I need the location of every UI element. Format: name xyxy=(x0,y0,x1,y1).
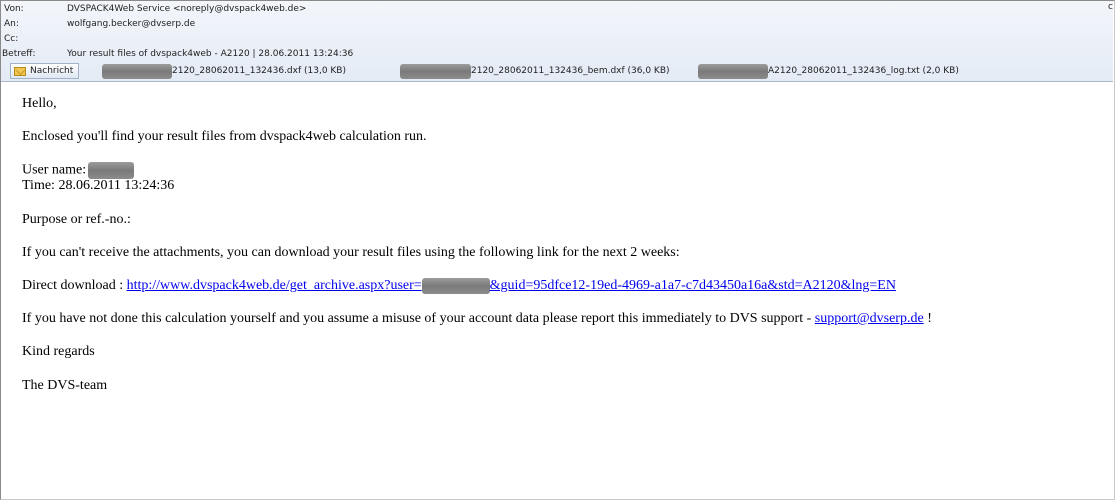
download-link-part2[interactable]: &guid=95dfce12-19ed-4969-a1a7-c7d43450a1… xyxy=(490,278,896,293)
message-tab[interactable]: Nachricht xyxy=(10,63,80,79)
attachment-bem-dxf[interactable]: 2120_28062011_132436_bem.dxf (36,0 KB) xyxy=(400,63,670,79)
attachment-name: A2120_28062011_132436_log.txt (2,0 KB) xyxy=(768,66,959,76)
download-link-part1[interactable]: http://www.dvspack4web.de/get_archive.as… xyxy=(127,278,422,293)
attachment-name: 2120_28062011_132436_bem.dxf (36,0 KB) xyxy=(471,66,670,76)
subject-label: Betreff: xyxy=(2,49,36,59)
redacted-user-in-link xyxy=(421,278,490,294)
message-tab-label: Nachricht xyxy=(30,66,74,76)
attachment-bar: Nachricht 2120_28062011_132436.dxf (13,0… xyxy=(1,62,1113,81)
truncated-header-text: c xyxy=(1108,2,1113,12)
regards: Kind regards xyxy=(22,344,95,359)
redacted-user-name xyxy=(88,162,135,179)
support-email-link[interactable]: support@dvserp.de xyxy=(815,311,924,326)
time-line: Time: 28.06.2011 13:24:36 xyxy=(22,178,175,193)
from-value[interactable]: DVSPACK4Web Service <noreply@dvspack4web… xyxy=(67,1,306,17)
redacted-filename-prefix xyxy=(698,63,768,79)
user-name-label: User name: xyxy=(22,162,87,178)
redacted-filename-prefix xyxy=(102,63,172,79)
direct-download-line: Direct download : http://www.dvspack4web… xyxy=(22,278,896,294)
misuse-line: If you have not done this calculation yo… xyxy=(22,311,932,327)
user-name-line: User name: xyxy=(22,162,135,179)
misuse-text: If you have not done this calculation yo… xyxy=(22,311,815,326)
purpose-line: Purpose or ref.-no.: xyxy=(22,212,131,227)
attachment-log-txt[interactable]: A2120_28062011_132436_log.txt (2,0 KB) xyxy=(698,63,959,79)
download-info: If you can't receive the attachments, yo… xyxy=(22,245,680,260)
subject-value: Your result files of dvspack4web - A2120… xyxy=(67,49,354,59)
team-signature: The DVS-team xyxy=(22,378,108,393)
to-value[interactable]: wolfgang.becker@dvserp.de xyxy=(67,16,195,32)
envelope-icon xyxy=(14,66,26,76)
redacted-filename-prefix xyxy=(400,63,471,79)
greeting: Hello, xyxy=(22,96,57,111)
direct-download-label: Direct download : xyxy=(22,278,127,294)
attachment-name: 2120_28062011_132436.dxf (13,0 KB) xyxy=(172,66,346,76)
attachment-dxf[interactable]: 2120_28062011_132436.dxf (13,0 KB) xyxy=(102,63,346,79)
misuse-end: ! xyxy=(923,311,932,326)
from-label: Von: xyxy=(4,4,24,14)
cc-label: Cc: xyxy=(4,34,19,44)
intro-text: Enclosed you'll find your result files f… xyxy=(22,129,427,144)
to-label: An: xyxy=(4,19,19,29)
message-header: Von: DVSPACK4Web Service <noreply@dvspac… xyxy=(1,1,1113,82)
